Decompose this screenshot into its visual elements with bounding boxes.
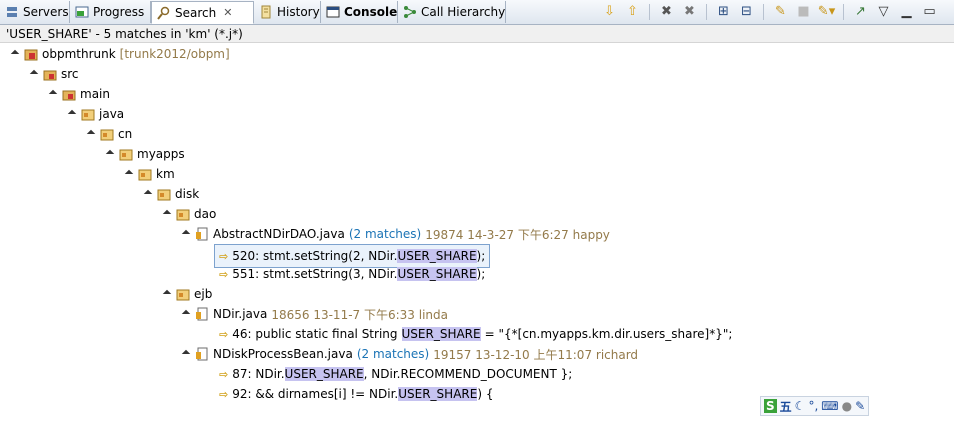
java-file-icon [195, 227, 209, 241]
toolbar-separator [649, 3, 650, 20]
tree-item-src[interactable]: src [29, 64, 79, 84]
tab-history[interactable]: History [254, 1, 321, 23]
expanded-arrow-icon[interactable] [48, 89, 58, 99]
view-toolbar: ⇩ ⇧ ✖ ✖ ⊞ ⊟ ✎ ■ ✎▾ ↗ ▽ ▁ ▭ [601, 3, 938, 20]
keyboard-icon[interactable]: ⌨ [821, 399, 838, 413]
remove-all-matches-icon[interactable]: ✖ [681, 3, 698, 20]
expanded-arrow-icon[interactable] [67, 109, 77, 119]
tree-item-cn[interactable]: cn [86, 124, 132, 144]
expanded-arrow-icon[interactable] [105, 149, 115, 159]
match-line[interactable]: ⇨ 92: && dirnames[i] != NDir. USER_SHARE)… [219, 384, 493, 404]
cancel-search-icon[interactable]: ■ [795, 3, 812, 20]
history-icon [259, 5, 273, 19]
view-menu-icon[interactable]: ▽ [875, 3, 892, 20]
next-match-icon[interactable]: ⇩ [601, 3, 618, 20]
package-icon [176, 287, 190, 301]
servers-icon [5, 5, 19, 19]
expanded-arrow-icon[interactable] [124, 169, 134, 179]
view-tab-bar: Servers Progress Search ✕ History Consol… [0, 0, 954, 25]
user-icon[interactable]: ● [842, 399, 852, 413]
expanded-arrow-icon[interactable] [10, 49, 20, 59]
close-tab-icon[interactable]: ✕ [223, 6, 232, 19]
minimize-icon[interactable]: ▁ [898, 3, 915, 20]
remove-match-icon[interactable]: ✖ [658, 3, 675, 20]
source-folder-icon [43, 67, 57, 81]
package-icon [157, 187, 171, 201]
collapse-all-icon[interactable]: ⊟ [738, 3, 755, 20]
expanded-arrow-icon[interactable] [86, 129, 96, 139]
previous-match-icon[interactable]: ⇧ [624, 3, 641, 20]
tree-item-file[interactable]: NDir.java 18656 13-11-7 下午6:33 linda [181, 304, 448, 324]
package-icon [100, 127, 114, 141]
ime-logo-icon[interactable]: S [764, 399, 777, 413]
ime-toolbar: S 五 ☾ °, ⌨ ● ✎ [760, 396, 870, 416]
run-search-again-icon[interactable]: ✎ [772, 3, 789, 20]
match-arrow-icon: ⇨ [219, 267, 229, 281]
tree-item-myapps[interactable]: myapps [105, 144, 185, 164]
toolbar-separator [763, 3, 764, 20]
expanded-arrow-icon[interactable] [143, 189, 153, 199]
toolbar-separator [706, 3, 707, 20]
search-icon [157, 6, 171, 20]
match-arrow-icon: ⇨ [219, 367, 229, 381]
pin-view-icon[interactable]: ↗ [852, 3, 869, 20]
match-arrow-icon: ⇨ [219, 387, 229, 401]
tree-item-file[interactable]: AbstractNDirDAO.java (2 matches) 19874 1… [181, 224, 610, 244]
expanded-arrow-icon[interactable] [162, 209, 172, 219]
tab-progress[interactable]: Progress [70, 1, 151, 23]
java-file-icon [195, 307, 209, 321]
match-line[interactable]: ⇨ 87: NDir. USER_SHARE, NDir.RECOMMEND_DO… [219, 364, 572, 384]
tree-item-java[interactable]: java [67, 104, 124, 124]
tree-item-dao[interactable]: dao [162, 204, 216, 224]
source-folder-icon [62, 87, 76, 101]
package-icon [176, 207, 190, 221]
moon-icon[interactable]: ☾ [795, 399, 806, 413]
console-icon [326, 5, 340, 19]
tab-call-hierarchy[interactable]: Call Hierarchy [398, 1, 506, 23]
tree-item-project[interactable]: obpmthrunk [trunk2012/obpm] [10, 44, 230, 64]
package-icon [119, 147, 133, 161]
expanded-arrow-icon[interactable] [181, 309, 191, 319]
match-line[interactable]: ⇨ 551: stmt.setString(3, NDir. USER_SHARE… [219, 264, 485, 284]
tab-console[interactable]: Console [321, 1, 398, 23]
expanded-arrow-icon[interactable] [181, 349, 191, 359]
maximize-icon[interactable]: ▭ [921, 3, 938, 20]
package-icon [138, 167, 152, 181]
match-arrow-icon: ⇨ [219, 327, 229, 341]
tree-item-ejb[interactable]: ejb [162, 284, 212, 304]
tab-servers[interactable]: Servers [0, 1, 70, 23]
match-arrow-icon: ⇨ [219, 249, 229, 263]
project-icon [24, 47, 38, 61]
match-line[interactable]: ⇨ 46: public static final String USER_SH… [219, 324, 732, 344]
tree-item-file[interactable]: NDiskProcessBean.java (2 matches) 19157 … [181, 344, 638, 364]
java-file-icon [195, 347, 209, 361]
expanded-arrow-icon[interactable] [29, 69, 39, 79]
tree-item-disk[interactable]: disk [143, 184, 199, 204]
toolbar-separator [843, 3, 844, 20]
search-history-icon[interactable]: ✎▾ [818, 3, 835, 20]
package-icon [81, 107, 95, 121]
wrench-icon[interactable]: ✎ [855, 399, 865, 413]
tree-item-main[interactable]: main [48, 84, 110, 104]
tab-search[interactable]: Search ✕ [151, 1, 254, 24]
call-hierarchy-icon [403, 5, 417, 19]
progress-icon [75, 5, 89, 19]
expanded-arrow-icon[interactable] [162, 289, 172, 299]
ime-mode-label[interactable]: 五 [780, 398, 792, 415]
tree-item-km[interactable]: km [124, 164, 175, 184]
punctuation-icon[interactable]: °, [808, 399, 818, 413]
search-summary: 'USER_SHARE' - 5 matches in 'km' (*.j*) [0, 25, 954, 43]
expanded-arrow-icon[interactable] [181, 229, 191, 239]
expand-all-icon[interactable]: ⊞ [715, 3, 732, 20]
